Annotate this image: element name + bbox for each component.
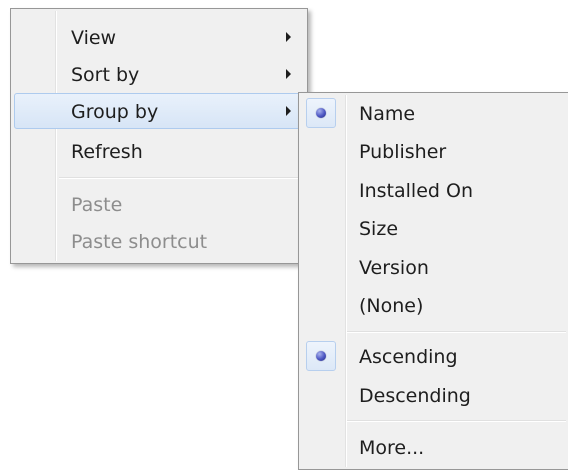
submenu-arrow-icon [286, 32, 291, 42]
menu-item-refresh[interactable]: Refresh [14, 133, 304, 169]
submenu-item-ascending[interactable]: Ascending [302, 338, 566, 374]
menu-item-label: Sort by [71, 64, 140, 86]
submenu-item-installed-on[interactable]: Installed On [302, 172, 566, 208]
group-by-submenu: Name Publisher Installed On Size Version… [298, 92, 568, 470]
radio-check-box [306, 341, 336, 371]
menu-item-label: More... [359, 437, 425, 459]
submenu-item-none[interactable]: (None) [302, 287, 566, 323]
submenu-item-publisher[interactable]: Publisher [302, 133, 566, 169]
menu-item-label: Publisher [359, 141, 447, 163]
submenu-item-name[interactable]: Name [302, 95, 566, 131]
submenu-arrow-icon [286, 106, 291, 116]
menu-item-label: Paste shortcut [71, 231, 208, 253]
menu-item-label: Descending [359, 385, 471, 407]
menu-item-label: Installed On [359, 180, 473, 202]
menu-item-view[interactable]: View [14, 19, 304, 55]
menu-item-label: Version [359, 257, 429, 279]
menu-item-label: Size [359, 218, 399, 240]
menu-item-group-by[interactable]: Group by [14, 93, 304, 129]
radio-bullet-icon [316, 351, 326, 361]
radio-check-box [306, 98, 336, 128]
menu-item-label: Refresh [71, 141, 143, 163]
submenu-item-version[interactable]: Version [302, 249, 566, 285]
menu-item-label: Name [359, 103, 416, 125]
submenu-arrow-icon [286, 69, 291, 79]
menu-item-paste[interactable]: Paste [14, 186, 304, 222]
menu-item-label: Ascending [359, 346, 458, 368]
context-menu: View Sort by Group by Refresh Paste Past… [10, 8, 308, 264]
menu-item-label: View [71, 27, 117, 49]
menu-item-label: Group by [71, 101, 159, 123]
menu-separator [347, 331, 566, 333]
submenu-item-descending[interactable]: Descending [302, 377, 566, 413]
radio-bullet-icon [316, 108, 326, 118]
submenu-item-more[interactable]: More... [302, 429, 566, 465]
menu-separator [347, 420, 566, 422]
menu-item-paste-shortcut[interactable]: Paste shortcut [14, 223, 304, 259]
menu-item-sort-by[interactable]: Sort by [14, 56, 304, 92]
submenu-item-size[interactable]: Size [302, 210, 566, 246]
menu-item-label: Paste [71, 194, 123, 216]
menu-item-label: (None) [359, 295, 424, 317]
menu-separator [59, 177, 304, 179]
